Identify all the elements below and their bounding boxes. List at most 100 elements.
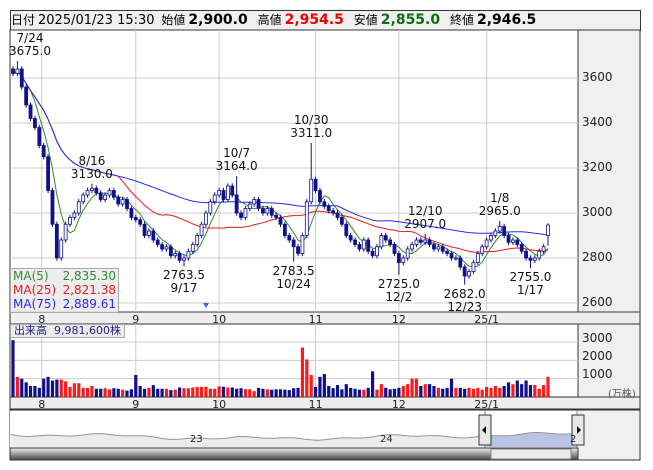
- candle-body: [230, 185, 235, 196]
- volume-bar: [235, 388, 239, 397]
- volume-bar: [252, 391, 256, 397]
- volume-bar: [366, 387, 370, 397]
- candle-body: [120, 199, 125, 205]
- volume-bar: [221, 386, 226, 397]
- candle-body: [94, 187, 99, 194]
- candle-body: [467, 271, 471, 277]
- volume-bar: [182, 388, 186, 397]
- volume-bar: [85, 387, 90, 397]
- candle-body: [300, 235, 305, 254]
- candle-body: [19, 68, 24, 88]
- candle-body: [160, 244, 164, 250]
- candle-body: [515, 239, 520, 245]
- volume-bar: [24, 382, 28, 397]
- volume-bar: [156, 388, 160, 397]
- volume-bar: [213, 388, 217, 397]
- candle-body: [454, 257, 458, 260]
- candle-body: [511, 239, 515, 243]
- volume-bar: [81, 387, 85, 397]
- candle-body: [388, 239, 393, 245]
- volume-bar: [520, 384, 524, 397]
- candle-body: [291, 239, 296, 248]
- candle-body: [519, 244, 524, 252]
- volume-bar: [50, 380, 55, 397]
- volume-bar: [436, 387, 440, 397]
- volume-bar: [265, 389, 269, 397]
- month-label: 25/1: [474, 398, 499, 411]
- candle-body: [164, 246, 169, 250]
- volume-bar: [186, 388, 191, 397]
- volume-bar: [59, 379, 63, 397]
- volume-bar: [125, 390, 129, 397]
- volume-bar: [11, 340, 15, 397]
- candle-body: [173, 253, 178, 257]
- volume-bar: [318, 376, 322, 397]
- candle-body: [129, 208, 134, 218]
- volume-bar: [524, 380, 528, 397]
- volume-bar: [20, 378, 24, 397]
- volume-bar: [463, 388, 467, 397]
- candle-body: [418, 239, 423, 243]
- candle-body: [423, 239, 428, 243]
- ma-legend: MA(5) 2,835.30 MA(25) 2,821.38 MA(75) 2,889…: [10, 268, 119, 313]
- volume-bar: [493, 386, 497, 397]
- price-annotation: 2763.5 9/17: [163, 268, 206, 296]
- volume-bar: [397, 387, 401, 397]
- volume-bar: [243, 389, 248, 397]
- month-label: 10: [212, 398, 227, 411]
- volume-bar: [327, 386, 331, 397]
- volume-bar: [384, 387, 388, 397]
- volume-bar: [204, 386, 208, 397]
- scrollbar-thumb[interactable]: [490, 448, 572, 460]
- volume-bar: [423, 384, 427, 397]
- volume-bar: [511, 384, 515, 397]
- volume-bar: [353, 388, 357, 397]
- candle-body: [234, 194, 239, 214]
- volume-bar: [537, 388, 541, 397]
- candle-body: [445, 250, 450, 254]
- candle-body: [357, 244, 362, 250]
- volume-bar: [248, 389, 252, 397]
- candle-body: [397, 253, 401, 263]
- candle-body: [344, 223, 349, 236]
- volume-bar: [300, 347, 305, 397]
- candle-body: [480, 246, 485, 254]
- candle-body: [541, 246, 546, 252]
- navigator-label-23: 23: [190, 434, 203, 445]
- candle-body: [68, 217, 72, 225]
- candle-body: [15, 68, 20, 74]
- volume-bar: [340, 389, 344, 397]
- volume-bar: [349, 387, 353, 397]
- price-axis-label: 2600: [582, 295, 613, 309]
- volume-bar: [33, 386, 37, 397]
- month-label: 25/1: [474, 313, 499, 326]
- legend-ma75: MA(75) 2,889.61: [13, 297, 116, 311]
- price-annotation: 2682.0 12/23: [443, 286, 486, 314]
- volume-bar: [419, 386, 423, 397]
- candle-body: [28, 104, 33, 119]
- volume-bar: [116, 388, 120, 397]
- candle-body: [33, 118, 37, 128]
- candle-body: [256, 199, 261, 209]
- candle-body: [76, 201, 81, 214]
- candle-body: [204, 212, 208, 225]
- volume-bar: [375, 389, 379, 397]
- candle-body: [432, 244, 436, 250]
- candle-body: [532, 257, 537, 261]
- volume-bar: [226, 387, 230, 397]
- volume-bar: [107, 389, 112, 397]
- volume-bar: [432, 386, 436, 397]
- price-annotation: 7/24 3675.0: [9, 31, 51, 59]
- chart-canvas[interactable]: [0, 0, 653, 470]
- candle-body: [221, 190, 226, 200]
- candle-body: [11, 68, 15, 74]
- volume-bar: [239, 388, 243, 397]
- volume-bar: [28, 386, 33, 397]
- price-annotation: 2783.5 10/24: [272, 263, 315, 291]
- date-axis-strip-2: [9, 396, 641, 410]
- volume-bar: [147, 387, 151, 397]
- volume-bar: [292, 388, 296, 397]
- candle-body: [339, 217, 344, 225]
- candle-body: [243, 208, 248, 218]
- candle-body: [63, 223, 68, 241]
